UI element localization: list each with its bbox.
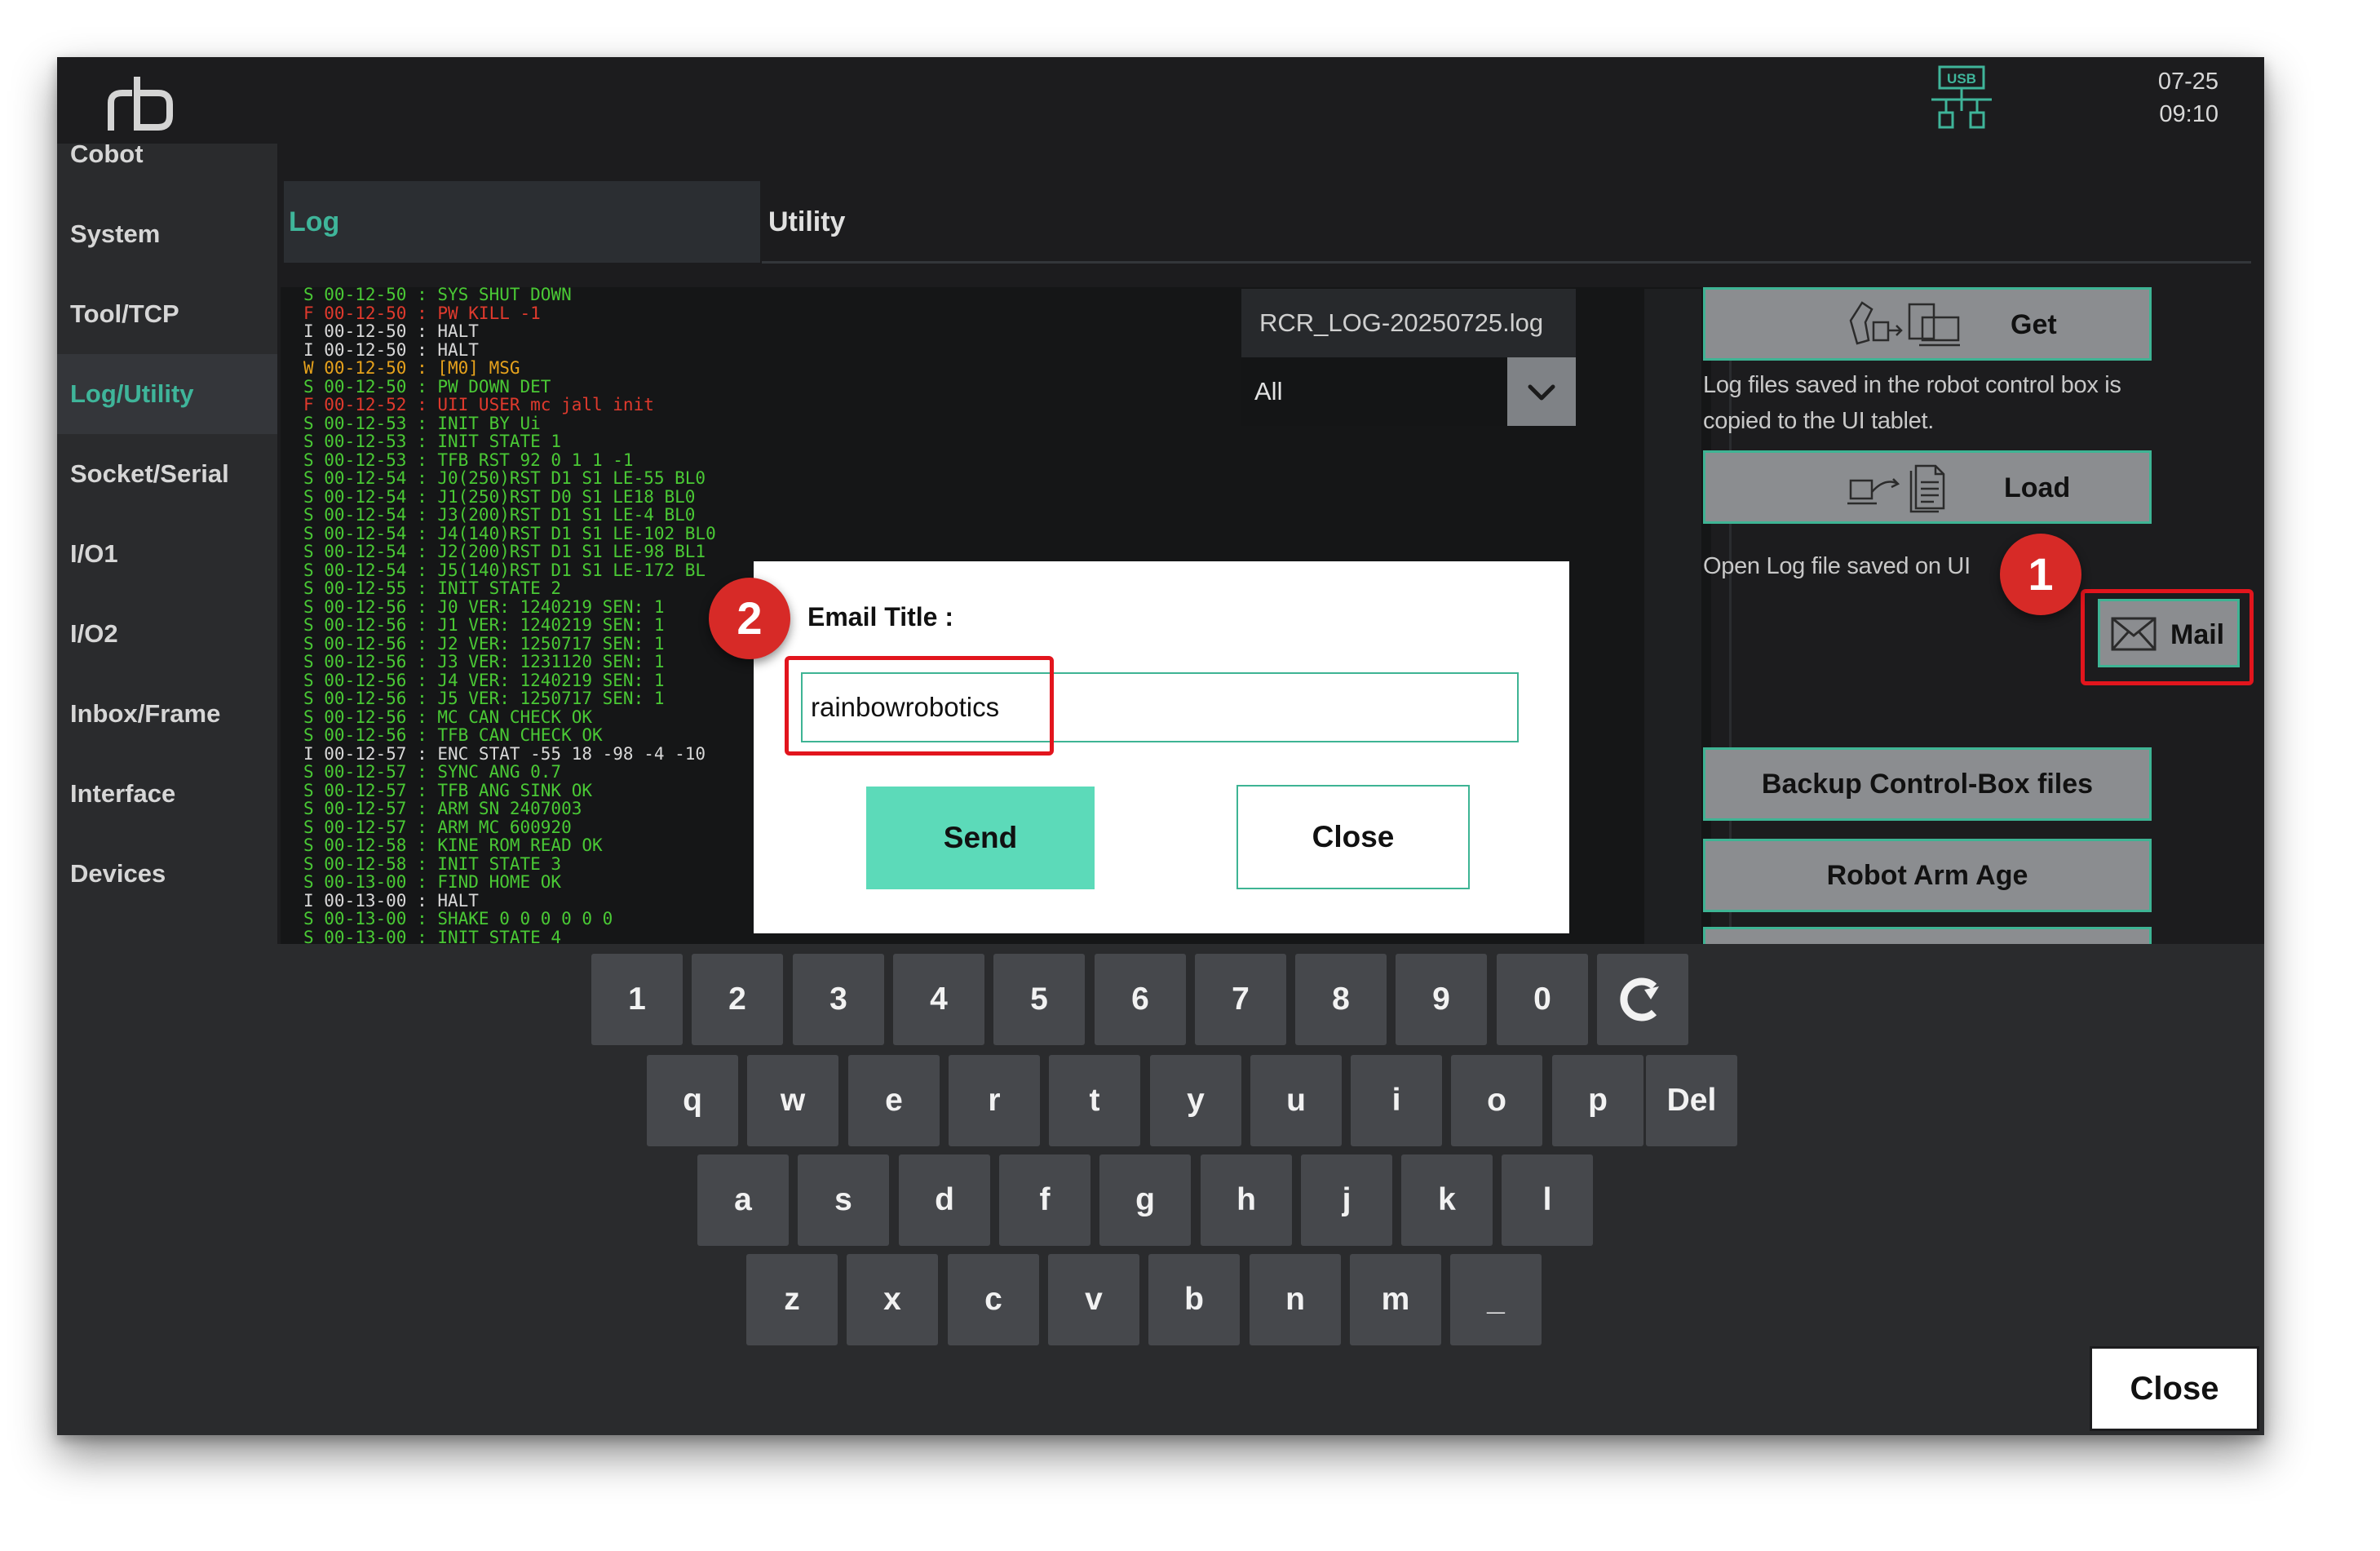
step-badge-2: 2: [709, 578, 790, 659]
log-line: S 00-12-50 : PW DOWN DET: [303, 376, 551, 397]
sidebar-item-devices[interactable]: Devices: [57, 834, 277, 914]
log-line: S 00-12-54 : J2(200)RST D1 S1 LE-98 BL1: [303, 542, 706, 561]
sidebar: Cobot System Tool/TCP Log/Utility Socket…: [57, 140, 277, 959]
robot-arm-age-button[interactable]: Robot Arm Age: [1703, 839, 2152, 912]
key-underscore[interactable]: _: [1450, 1254, 1542, 1345]
key-h[interactable]: h: [1201, 1154, 1292, 1246]
load-button[interactable]: Load: [1703, 450, 2152, 524]
load-button-label: Load: [2004, 472, 2071, 503]
email-title-label: Email Title :: [807, 602, 954, 631]
log-line: S 00-12-54 : J1(250)RST D0 S1 LE18 BL0: [303, 486, 696, 507]
backspace-key[interactable]: [1597, 954, 1688, 1045]
key-3[interactable]: 3: [793, 954, 884, 1045]
highlight-email-input: [785, 656, 1054, 756]
key-2[interactable]: 2: [692, 954, 783, 1045]
key-q[interactable]: q: [647, 1055, 738, 1146]
log-line: S 00-12-54 : J0(250)RST D1 S1 LE-55 BL0: [303, 468, 706, 488]
key-y[interactable]: y: [1150, 1055, 1241, 1146]
key-u[interactable]: u: [1250, 1055, 1342, 1146]
load-file-icon: [1847, 464, 1945, 513]
get-description-line2: copied to the UI tablet.: [1703, 408, 1934, 434]
backup-control-box-button[interactable]: Backup Control-Box files: [1703, 747, 2152, 821]
log-line: F 00-12-52 : UII USER mc jall init: [303, 395, 654, 414]
tab-log[interactable]: Log: [284, 181, 760, 263]
sidebar-item-cobot[interactable]: Cobot: [57, 114, 277, 194]
key-0[interactable]: 0: [1497, 954, 1588, 1045]
key-8[interactable]: 8: [1295, 954, 1387, 1045]
log-line: I 00-12-50 : HALT: [303, 321, 479, 341]
log-scrollbar[interactable]: [1644, 289, 1701, 990]
keyboard-close-button[interactable]: Close: [2090, 1346, 2259, 1431]
tab-utility[interactable]: Utility: [760, 181, 1005, 263]
time-text: 09:10: [2159, 101, 2219, 127]
key-7[interactable]: 7: [1195, 954, 1286, 1045]
on-screen-keyboard: 1234567890 qwertyuiop Del asdfghjkl zxcv…: [57, 944, 2264, 1435]
get-transfer-icon: [1849, 301, 1960, 347]
sidebar-item-tool-tcp[interactable]: Tool/TCP: [57, 274, 277, 354]
highlight-mail-button: [2081, 589, 2254, 685]
key-p[interactable]: p: [1552, 1055, 1643, 1146]
chevron-down-icon: [1528, 384, 1555, 401]
log-line: S 00-12-54 : J4(140)RST D1 S1 LE-102 BL0: [303, 523, 716, 543]
delete-key[interactable]: Del: [1646, 1055, 1737, 1146]
log-file-name[interactable]: RCR_LOG-20250725.log: [1241, 289, 1576, 357]
key-t[interactable]: t: [1049, 1055, 1140, 1146]
sidebar-item-io2[interactable]: I/O2: [57, 594, 277, 674]
log-line: I 00-12-50 : HALT: [303, 339, 479, 360]
key-x[interactable]: x: [847, 1254, 938, 1345]
robot-ui-screen: USB 07-25 09:10 Cobot System Tool/TCP Lo…: [57, 57, 2264, 1435]
filter-dropdown-button[interactable]: [1507, 357, 1576, 426]
key-b[interactable]: b: [1148, 1254, 1240, 1345]
log-line: S 00-12-50 : SYS SHUT DOWN: [303, 286, 572, 304]
key-n[interactable]: n: [1250, 1254, 1341, 1345]
date-text: 07-25: [2157, 69, 2219, 95]
key-9[interactable]: 9: [1396, 954, 1487, 1045]
sidebar-item-socket-serial[interactable]: Socket/Serial: [57, 434, 277, 514]
key-z[interactable]: z: [746, 1254, 838, 1345]
log-line: W 00-12-50 : [M0] MSG: [303, 358, 520, 378]
usb-network-icon: USB: [1931, 65, 1992, 129]
key-s[interactable]: s: [798, 1154, 889, 1246]
sidebar-item-inbox-frame[interactable]: Inbox/Frame: [57, 674, 277, 754]
send-button[interactable]: Send: [866, 787, 1095, 889]
log-line: F 00-12-50 : PW KILL -1: [303, 303, 541, 323]
log-line: S 00-12-53 : TFB RST 92 0 1 1 -1: [303, 450, 634, 470]
log-line: S 00-12-53 : INIT STATE 1: [303, 432, 562, 451]
key-v[interactable]: v: [1048, 1254, 1139, 1345]
key-r[interactable]: r: [949, 1055, 1040, 1146]
sidebar-item-log-utility[interactable]: Log/Utility: [57, 354, 277, 434]
backspace-icon: [1620, 977, 1659, 1021]
key-j[interactable]: j: [1301, 1154, 1392, 1246]
sidebar-item-interface[interactable]: Interface: [57, 754, 277, 834]
key-i[interactable]: i: [1351, 1055, 1442, 1146]
key-l[interactable]: l: [1502, 1154, 1593, 1246]
get-button[interactable]: Get: [1703, 287, 2152, 361]
key-5[interactable]: 5: [993, 954, 1085, 1045]
key-w[interactable]: w: [747, 1055, 838, 1146]
key-o[interactable]: o: [1451, 1055, 1542, 1146]
key-1[interactable]: 1: [591, 954, 683, 1045]
sidebar-item-io1[interactable]: I/O1: [57, 514, 277, 594]
load-description: Open Log file saved on UI: [1703, 553, 1971, 579]
key-e[interactable]: e: [848, 1055, 940, 1146]
log-line: S 00-12-54 : J3(200)RST D1 S1 LE-4 BL0: [303, 505, 696, 525]
key-c[interactable]: c: [948, 1254, 1039, 1345]
get-description-line1: Log files saved in the robot control box…: [1703, 372, 2121, 398]
tab-divider: [762, 261, 2251, 264]
step-badge-1: 1: [2000, 534, 2081, 615]
key-a[interactable]: a: [697, 1154, 789, 1246]
get-button-label: Get: [2011, 309, 2057, 340]
log-line: S 00-12-53 : INIT BY Ui: [303, 413, 541, 433]
key-f[interactable]: f: [999, 1154, 1090, 1246]
key-m[interactable]: m: [1350, 1254, 1441, 1345]
key-k[interactable]: k: [1401, 1154, 1493, 1246]
sidebar-item-system[interactable]: System: [57, 194, 277, 274]
key-4[interactable]: 4: [893, 954, 984, 1045]
key-6[interactable]: 6: [1095, 954, 1186, 1045]
dialog-close-button[interactable]: Close: [1236, 785, 1470, 889]
usb-label: USB: [1947, 71, 1976, 86]
key-d[interactable]: d: [899, 1154, 990, 1246]
key-g[interactable]: g: [1099, 1154, 1191, 1246]
